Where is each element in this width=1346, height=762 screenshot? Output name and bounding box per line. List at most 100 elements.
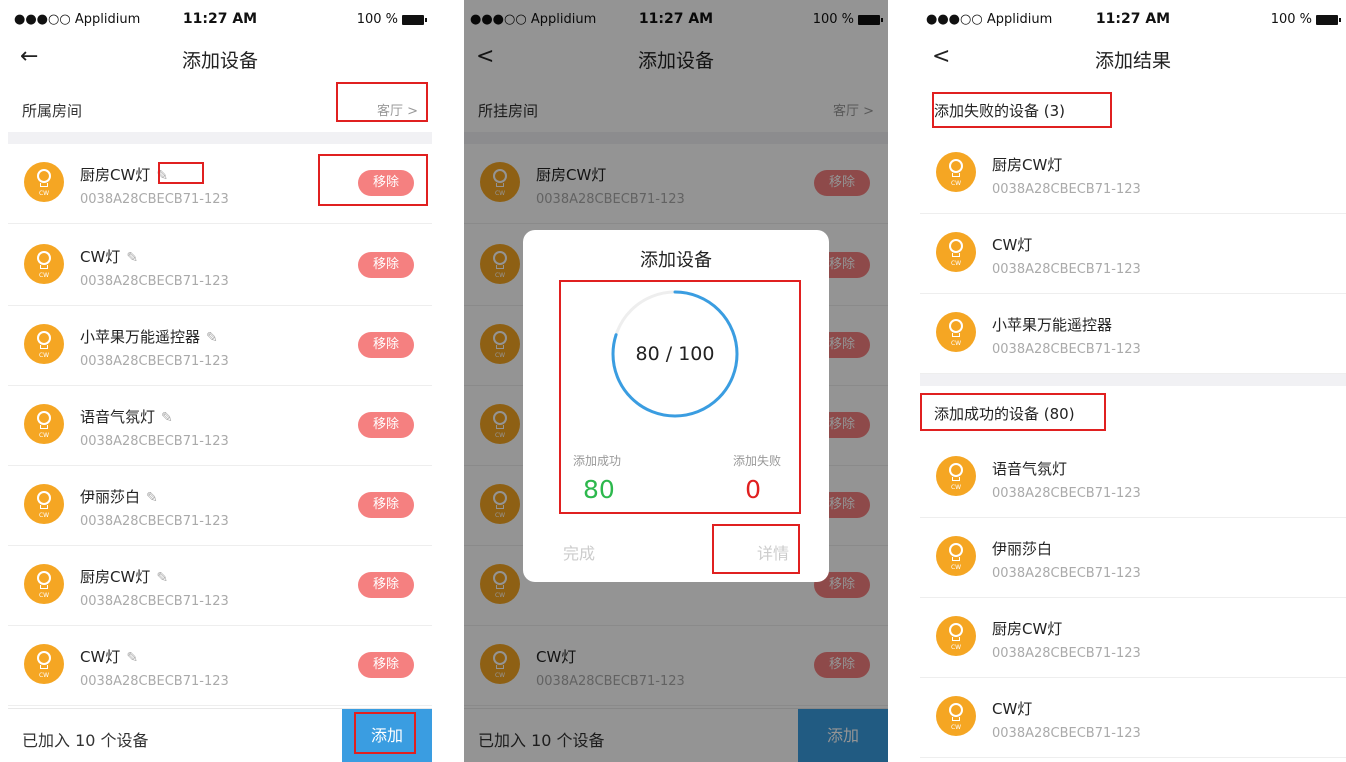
device-id: 0038A28CBECB71-123 — [80, 354, 229, 369]
list-item[interactable]: CW 伊丽莎白 0038A28CBECB71-123 — [920, 518, 1346, 598]
remove-button[interactable]: 移除 — [358, 652, 414, 678]
device-name: CW灯 ✎ — [80, 246, 138, 267]
room-selector[interactable]: 客厅 > — [377, 100, 418, 119]
status-bar: ●●●○○ Applidium 11:27 AM 100 % — [8, 8, 432, 32]
list-item[interactable]: CW CW灯 ✎ 0038A28CBECB71-123 移除 — [8, 626, 432, 706]
bulb-icon: CW — [936, 232, 976, 272]
device-name: CW灯 — [992, 236, 1033, 254]
progress-label: 80 / 100 — [635, 343, 715, 365]
remove-button[interactable]: 移除 — [358, 170, 414, 196]
bulb-icon: CW — [24, 324, 64, 364]
icon-badge: CW — [38, 190, 50, 197]
icon-badge: CW — [950, 180, 962, 187]
edit-pencil-icon[interactable]: ✎ — [126, 650, 138, 666]
device-name-text: 厨房CW灯 — [80, 568, 151, 586]
list-item[interactable]: CW CW灯 0038A28CBECB71-123 — [920, 214, 1346, 294]
list-item[interactable]: CW 厨房CW灯 ✎ 0038A28CBECB71-123 移除 — [8, 144, 432, 224]
device-id: 0038A28CBECB71-123 — [992, 646, 1141, 661]
section-divider — [8, 132, 432, 144]
edit-pencil-icon[interactable]: ✎ — [206, 330, 218, 346]
icon-badge: CW — [38, 272, 50, 279]
device-name: 语音气氛灯 — [992, 460, 1068, 478]
bulb-icon: CW — [936, 616, 976, 656]
remove-button[interactable]: 移除 — [358, 492, 414, 518]
device-id: 0038A28CBECB71-123 — [992, 262, 1141, 277]
list-item[interactable]: CW 小苹果万能遥控器 ✎ 0038A28CBECB71-123 移除 — [8, 306, 432, 386]
list-item[interactable]: CW 语音气氛灯 0038A28CBECB71-123 — [920, 438, 1346, 518]
detail-button[interactable]: 详情 — [757, 540, 789, 564]
icon-badge: CW — [950, 644, 962, 651]
bulb-icon: CW — [936, 536, 976, 576]
device-name-text: 小苹果万能遥控器 — [80, 328, 201, 346]
device-id: 0038A28CBECB71-123 — [992, 566, 1141, 581]
icon-badge: CW — [38, 352, 50, 359]
list-item[interactable]: CW 伊丽莎白 ✎ 0038A28CBECB71-123 移除 — [8, 466, 432, 546]
device-id: 0038A28CBECB71-123 — [992, 182, 1141, 197]
device-id: 0038A28CBECB71-123 — [80, 594, 229, 609]
success-count: 80 — [583, 475, 615, 504]
footer-bar: 已加入 10 个设备 添加 — [8, 708, 432, 762]
bulb-icon: CW — [24, 644, 64, 684]
remove-button[interactable]: 移除 — [358, 412, 414, 438]
device-name: 小苹果万能遥控器 — [992, 316, 1113, 334]
battery-icon — [402, 14, 427, 25]
list-item[interactable]: CW 厨房CW灯 0038A28CBECB71-123 — [920, 598, 1346, 678]
device-name: 语音气氛灯 ✎ — [80, 406, 173, 427]
add-result-screen: ●●●○○ Applidium 11:27 AM 100 % < 添加结果 添加… — [920, 0, 1346, 762]
add-progress-dialog: 添加设备 80 / 100 添加成功 80 添加失败 0 完成 详情 — [523, 230, 829, 582]
bulb-icon: CW — [24, 404, 64, 444]
edit-pencil-icon[interactable]: ✎ — [156, 570, 168, 586]
device-name-text: 厨房CW灯 — [80, 166, 151, 184]
success-section-title: 添加成功的设备 (80) — [934, 405, 1075, 423]
device-name: 厨房CW灯 — [992, 156, 1063, 174]
edit-pencil-icon[interactable]: ✎ — [126, 250, 138, 266]
battery-label: 100 % — [356, 12, 398, 27]
list-item[interactable]: CW 语音气氛灯 ✎ 0038A28CBECB71-123 移除 — [8, 386, 432, 466]
remove-button[interactable]: 移除 — [358, 572, 414, 598]
icon-badge: CW — [38, 592, 50, 599]
room-label: 所属房间 — [22, 102, 83, 120]
device-name: 厨房CW灯 ✎ — [80, 164, 168, 185]
list-item[interactable]: CW 厨房CW灯 0038A28CBECB71-123 — [920, 134, 1346, 214]
list-item[interactable]: CW CW灯 ✎ 0038A28CBECB71-123 移除 — [8, 226, 432, 306]
device-id: 0038A28CBECB71-123 — [992, 486, 1141, 501]
device-name-text: CW灯 — [80, 648, 121, 666]
dialog-title: 添加设备 — [640, 250, 712, 271]
icon-badge: CW — [950, 340, 962, 347]
battery-label: 100 % — [1270, 12, 1312, 27]
device-name: 伊丽莎白 — [992, 540, 1053, 558]
battery-indicator: 100 % — [356, 12, 427, 27]
bulb-icon: CW — [24, 162, 64, 202]
device-name: 厨房CW灯 — [992, 620, 1063, 638]
edit-pencil-icon[interactable]: ✎ — [146, 490, 158, 506]
add-button[interactable]: 添加 — [342, 709, 432, 762]
edit-pencil-icon[interactable]: ✎ — [161, 410, 173, 426]
remove-button[interactable]: 移除 — [358, 332, 414, 358]
add-device-screen: ●●●○○ Applidium 11:27 AM 100 % ← 添加设备 所属… — [8, 0, 432, 762]
icon-badge: CW — [950, 724, 962, 731]
icon-badge: CW — [950, 484, 962, 491]
device-id: 0038A28CBECB71-123 — [80, 434, 229, 449]
device-name-text: 伊丽莎白 — [80, 488, 141, 506]
nav-bar: < 添加结果 — [920, 36, 1346, 82]
failed-section-title: 添加失败的设备 (3) — [934, 102, 1066, 120]
fail-label: 添加失败 — [732, 454, 781, 468]
list-item[interactable]: CW 小苹果万能遥控器 0038A28CBECB71-123 — [920, 294, 1346, 374]
room-row[interactable]: 所属房间 客厅 > — [8, 82, 432, 132]
bulb-icon: CW — [936, 456, 976, 496]
fail-count: 0 — [745, 475, 761, 504]
bulb-icon: CW — [24, 564, 64, 604]
list-item[interactable]: CW CW灯 0038A28CBECB71-123 — [920, 678, 1346, 758]
done-button[interactable]: 完成 — [563, 540, 595, 564]
icon-badge: CW — [38, 432, 50, 439]
list-item[interactable]: CW 厨房CW灯 ✎ 0038A28CBECB71-123 移除 — [8, 546, 432, 626]
bulb-icon: CW — [936, 312, 976, 352]
device-name-text: CW灯 — [80, 248, 121, 266]
device-id: 0038A28CBECB71-123 — [80, 514, 229, 529]
progress-ring: 80 / 100 — [609, 288, 741, 420]
edit-pencil-icon[interactable]: ✎ — [156, 168, 168, 184]
page-title: 添加设备 — [181, 50, 258, 72]
device-name: CW灯 — [992, 700, 1033, 718]
device-name: 厨房CW灯 ✎ — [80, 566, 168, 587]
remove-button[interactable]: 移除 — [358, 252, 414, 278]
